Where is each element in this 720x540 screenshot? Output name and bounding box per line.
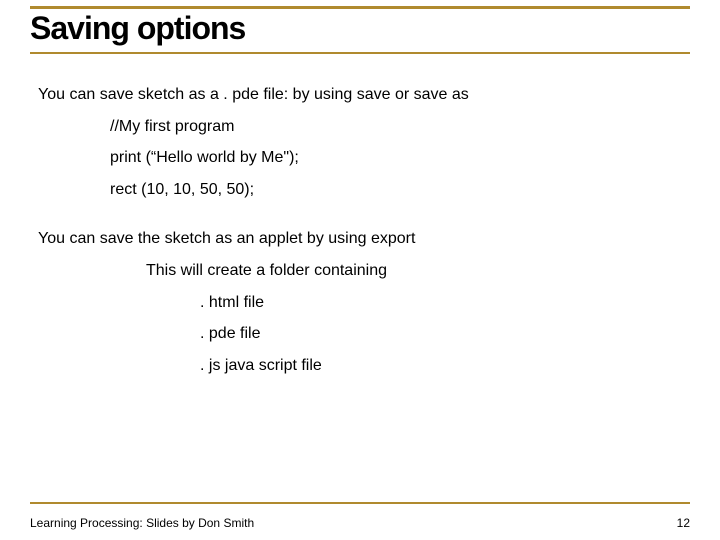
title-area: Saving options <box>30 6 690 54</box>
body-line: You can save sketch as a . pde file: by … <box>38 84 682 106</box>
page-number: 12 <box>677 516 690 530</box>
body-line: You can save the sketch as an applet by … <box>38 228 682 250</box>
title-bottom-rule <box>30 52 690 54</box>
slide: Saving options You can save sketch as a … <box>0 0 720 540</box>
file-line: . js java script file <box>200 355 682 377</box>
title-box: Saving options <box>30 11 690 50</box>
code-line: print (“Hello world by Me"); <box>110 147 682 169</box>
slide-title: Saving options <box>30 11 690 46</box>
footer-rule <box>30 502 690 504</box>
code-line: //My first program <box>110 116 682 138</box>
file-line: . pde file <box>200 323 682 345</box>
footer-text: Learning Processing: Slides by Don Smith <box>30 516 254 530</box>
slide-body: You can save sketch as a . pde file: by … <box>38 78 682 386</box>
spacer <box>38 210 682 222</box>
body-subline: This will create a folder containing <box>146 260 682 282</box>
footer: Learning Processing: Slides by Don Smith… <box>30 516 690 530</box>
title-top-rule <box>30 6 690 9</box>
code-line: rect (10, 10, 50, 50); <box>110 179 682 201</box>
file-line: . html file <box>200 292 682 314</box>
